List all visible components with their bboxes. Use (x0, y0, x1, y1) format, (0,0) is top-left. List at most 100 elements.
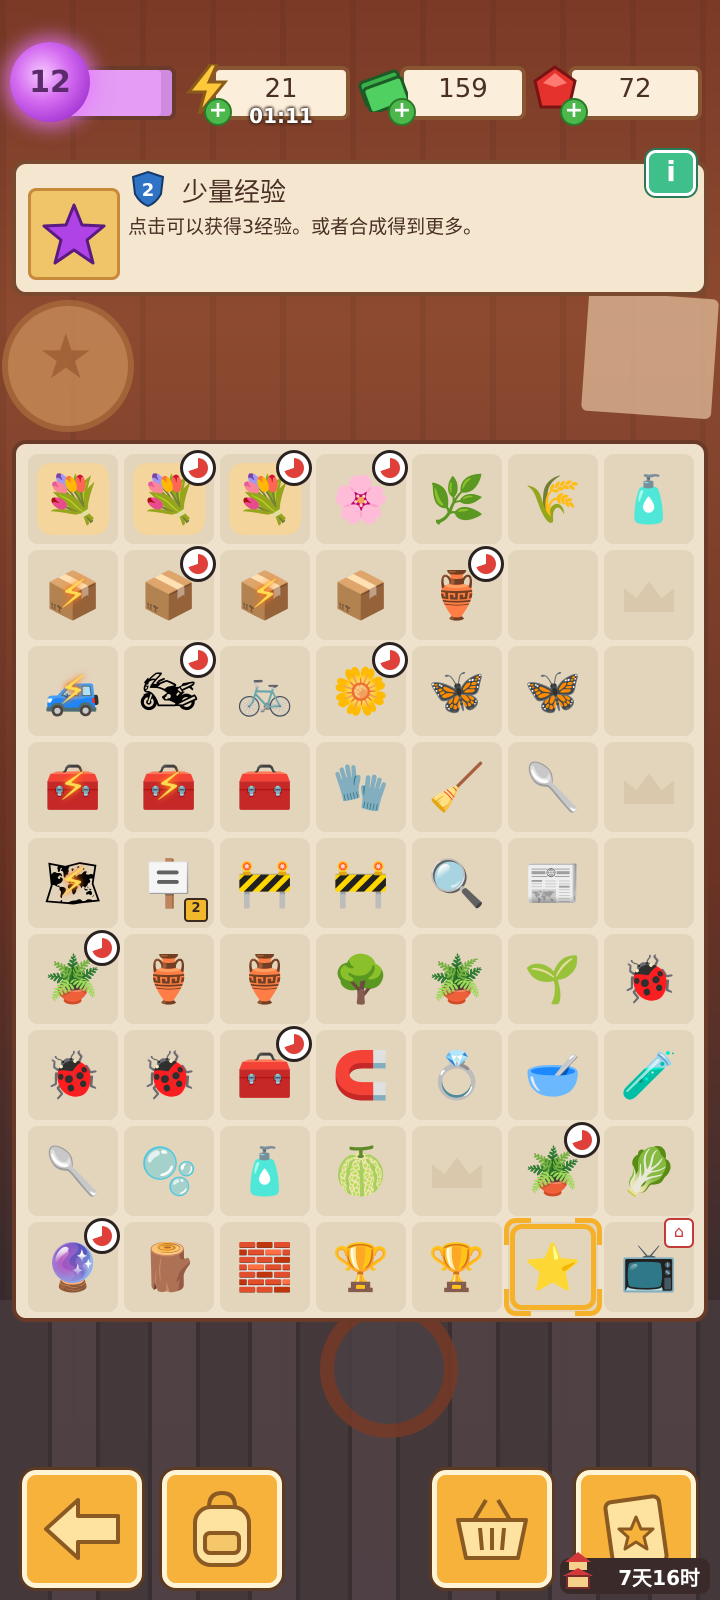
board-cell[interactable]: 🧰 (220, 1026, 312, 1120)
star-trophy-icon: 🏆 (332, 1240, 390, 1294)
board-cell[interactable]: 🏺 (124, 934, 214, 1024)
board-cell[interactable] (604, 838, 694, 928)
ladybug-icon: 🐞 (44, 1048, 102, 1102)
board-cell[interactable]: 🚧 (220, 838, 310, 928)
locked-slot-icon (432, 1157, 482, 1188)
player-level-badge[interactable]: 12 (10, 42, 90, 122)
backpack-button[interactable] (162, 1470, 282, 1588)
board-cell[interactable]: 🏆 (316, 1222, 406, 1312)
board-cell[interactable]: 📦 (316, 550, 406, 640)
board-cell[interactable]: 🧴 (604, 454, 694, 544)
board-cell[interactable]: 📦 ⚡ (28, 550, 118, 640)
board-cell[interactable]: 💍 (412, 1030, 502, 1120)
board-cell[interactable]: 🔮 (28, 1218, 120, 1312)
cooldown-timer-icon (372, 450, 408, 486)
board-cell[interactable] (604, 742, 694, 832)
board-cell[interactable]: 🚧 (316, 838, 406, 928)
purple-car-icon: 🚙 (44, 664, 102, 718)
board-cell[interactable]: 📺 ⌂ (604, 1218, 694, 1312)
board-cell[interactable]: 🔍 (412, 838, 502, 928)
barrier-icon: 🚧 (236, 856, 294, 910)
board-cell[interactable]: 🌸 (316, 450, 408, 544)
board-cell[interactable]: 🌳 (316, 934, 406, 1024)
back-button[interactable] (22, 1470, 142, 1588)
board-cell[interactable]: 🧰 (220, 742, 310, 832)
cooldown-timer-icon (84, 930, 120, 966)
board-cell[interactable]: ⭐ (504, 1218, 602, 1316)
board-cell[interactable]: 🪵 (124, 1222, 214, 1312)
board-cell[interactable]: 🧱 (220, 1222, 310, 1312)
board-cell[interactable]: 🥬 (604, 1126, 694, 1216)
board-cell[interactable]: 🦋 (412, 646, 502, 736)
locked-slot-icon (624, 773, 674, 804)
board-cell[interactable]: 📰 (508, 838, 598, 928)
board-cell[interactable]: 🧰 ⚡ (28, 742, 118, 832)
add-gems-button[interactable]: + (560, 98, 588, 126)
add-energy-button[interactable]: + (204, 98, 232, 126)
board-cell[interactable]: 🗺 ⚡ (28, 838, 118, 928)
merge-grid: 💐 💐 💐 🌸 🌿 🌾 🧴 📦 ⚡ 📦 📦 ⚡ 📦 🏺 🚙 ⚡ 🏍 🚲 🌼 🦋 🦋 🧰 ⚡ 🧰 ⚡ 🧰 🧤 🧹 🥄 🗺 ⚡ 🪧 2 🚧 🚧 🔍 📰 🪴 🏺 🏺… (28, 450, 694, 1316)
board-cell[interactable]: 🍈 (316, 1126, 406, 1216)
board-cell[interactable]: 🪴 (412, 934, 502, 1024)
board-cell[interactable]: 🪴 (508, 1122, 600, 1216)
board-cell[interactable]: 🏍 (124, 642, 216, 736)
board-cell[interactable]: 🪴 (28, 930, 120, 1024)
board-cell[interactable]: 🐞 (124, 1030, 214, 1120)
board-cell[interactable]: 💐 (28, 454, 118, 544)
soap-bottle-icon: 🧴 (236, 1144, 294, 1198)
board-cell[interactable]: 📦 (124, 546, 216, 640)
slime-spoon-icon: 🥄 (44, 1144, 102, 1198)
item-title: 少量经验 (182, 178, 287, 208)
board-cell[interactable]: 🪧 2 (124, 838, 214, 928)
board-cell[interactable]: 🚲 (220, 646, 310, 736)
board-cell[interactable]: 🧰 ⚡ (124, 742, 214, 832)
merge-board: 💐 💐 💐 🌸 🌿 🌾 🧴 📦 ⚡ 📦 📦 ⚡ 📦 🏺 🚙 ⚡ 🏍 🚲 🌼 🦋 🦋 🧰 ⚡ 🧰 ⚡ 🧰 🧤 🧹 🥄 🗺 ⚡ 🪧 2 🚧 🚧 🔍 📰 🪴 🏺 🏺… (12, 440, 708, 1322)
clipboard-star-icon (603, 1494, 669, 1569)
board-cell[interactable]: 🧪 (604, 1030, 694, 1120)
board-cell[interactable]: 🚙 ⚡ (28, 646, 118, 736)
board-cell[interactable]: 💐 (124, 450, 216, 544)
board-cell[interactable]: 🏺 (412, 546, 504, 640)
board-cell[interactable]: 🧴 (220, 1126, 310, 1216)
board-cell[interactable]: 🌿 (412, 454, 502, 544)
board-cell[interactable]: 🥄 (28, 1126, 118, 1216)
board-cell[interactable]: 🏺 (220, 934, 310, 1024)
item-info-button[interactable]: i (646, 150, 696, 196)
flat-boxes-icon: 📦 (332, 568, 390, 622)
gem-counter[interactable]: 72 (568, 66, 702, 120)
event-countdown-text: 7天16时 (618, 1565, 700, 1590)
board-cell[interactable]: 🐞 (28, 1030, 118, 1120)
board-cell[interactable]: 🫧 (124, 1126, 214, 1216)
board-cell[interactable]: 🌾 (508, 454, 598, 544)
board-cell[interactable]: 🐞 (604, 934, 694, 1024)
energy-value: 21 (264, 74, 298, 104)
purple-star-icon (42, 203, 106, 265)
board-cell[interactable]: 🌼 (316, 642, 408, 736)
board-cell[interactable]: 🧤 (316, 742, 406, 832)
board-cell[interactable] (412, 1126, 502, 1216)
ladybug-small-icon: 🐞 (140, 1048, 198, 1102)
board-cell[interactable]: 🧹 (412, 742, 502, 832)
cooldown-timer-icon (180, 642, 216, 678)
board-cell[interactable]: 🧲 (316, 1030, 406, 1120)
add-cash-button[interactable]: + (388, 98, 416, 126)
board-cell[interactable]: 🏆 (412, 1222, 502, 1312)
board-cell[interactable]: 💐 (220, 450, 312, 544)
open-box-icon: 📦 (236, 568, 294, 622)
cooldown-timer-icon (468, 546, 504, 582)
board-cell[interactable]: 📦 ⚡ (220, 550, 310, 640)
board-cell[interactable] (604, 646, 694, 736)
cooldown-timer-icon (180, 450, 216, 486)
shop-basket-button[interactable] (432, 1470, 552, 1588)
open-box-icon: 📦 (44, 568, 102, 622)
board-cell[interactable] (604, 550, 694, 640)
wall-note-decoration (580, 290, 720, 420)
board-cell[interactable]: 🦋 (508, 646, 598, 736)
folding-bike-icon: 🚲 (236, 664, 294, 718)
board-cell[interactable] (508, 550, 598, 640)
cooldown-timer-icon (564, 1122, 600, 1158)
board-cell[interactable]: 🌱 (508, 934, 598, 1024)
board-cell[interactable]: 🥄 (508, 742, 598, 832)
cash-counter[interactable]: 159 (400, 66, 526, 120)
board-cell[interactable]: 🥣 (508, 1030, 598, 1120)
